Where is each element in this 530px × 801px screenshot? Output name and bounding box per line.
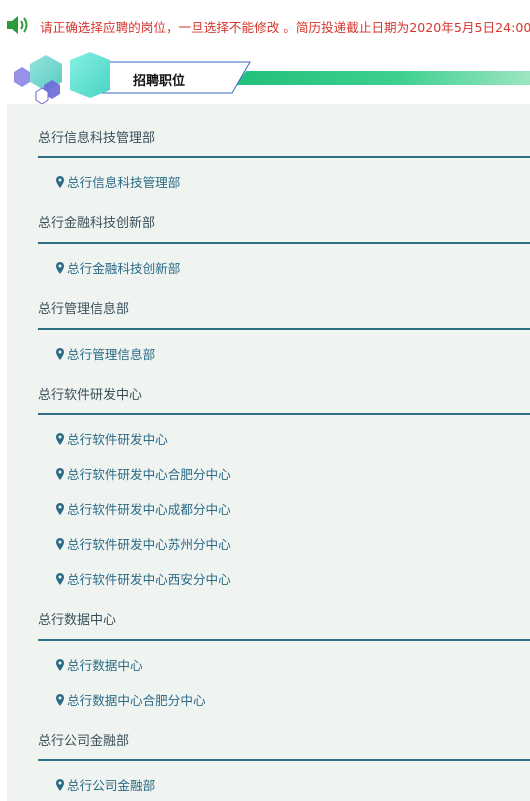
position-item[interactable]: 总行信息科技管理部 [56, 172, 180, 191]
department-divider [38, 242, 530, 244]
department-title: 总行管理信息部 [38, 302, 130, 317]
position-label: 总行管理信息部 [67, 347, 156, 362]
position-label: 总行软件研发中心合肥分中心 [67, 467, 231, 482]
position-item[interactable]: 总行公司金融部 [56, 775, 155, 794]
department-title: 总行金融科技创新部 [38, 216, 156, 231]
position-label: 总行金融科技创新部 [67, 261, 181, 276]
department-group: 总行公司金融部 [38, 733, 530, 751]
section-title: 招聘职位 [133, 74, 186, 89]
department-group: 总行金融科技创新部 [38, 215, 530, 233]
position-item[interactable]: 总行数据中心 [56, 655, 143, 674]
position-item[interactable]: 总行软件研发中心西安分中心 [56, 569, 231, 588]
position-label: 总行软件研发中心苏州分中心 [67, 537, 231, 552]
location-pin-icon [56, 658, 64, 671]
department-group: 总行软件研发中心 [38, 387, 530, 405]
department-title: 总行软件研发中心 [38, 388, 143, 403]
department-divider [38, 639, 530, 641]
position-label: 总行公司金融部 [67, 778, 156, 793]
department-divider [38, 328, 530, 330]
position-item[interactable]: 总行软件研发中心 [56, 429, 168, 448]
location-pin-icon [56, 693, 64, 706]
position-item[interactable]: 总行软件研发中心成都分中心 [56, 499, 231, 518]
position-item[interactable]: 总行软件研发中心合肥分中心 [56, 464, 231, 483]
location-pin-icon [56, 467, 64, 480]
position-label: 总行数据中心合肥分中心 [67, 693, 206, 708]
department-divider [38, 759, 530, 761]
department-title: 总行信息科技管理部 [38, 131, 156, 146]
position-label: 总行软件研发中心成都分中心 [67, 502, 231, 517]
location-pin-icon [56, 261, 64, 274]
location-pin-icon [56, 432, 64, 445]
location-pin-icon [56, 175, 64, 188]
position-item[interactable]: 总行软件研发中心苏州分中心 [56, 534, 231, 553]
location-pin-icon [56, 778, 64, 791]
positions-panel: 总行信息科技管理部 总行信息科技管理部 总行金融科技创新部 总行金融科技创新部 … [7, 104, 530, 801]
notice-text: 请正确选择应聘的岗位，一旦选择不能修改 。简历投递截止日期为2020年5月5日2… [40, 20, 530, 35]
location-pin-icon [56, 502, 64, 515]
location-pin-icon [56, 347, 64, 360]
position-item[interactable]: 总行数据中心合肥分中心 [56, 690, 206, 709]
department-title: 总行公司金融部 [38, 734, 130, 749]
department-title: 总行数据中心 [38, 613, 117, 628]
position-item[interactable]: 总行金融科技创新部 [56, 258, 180, 277]
position-label: 总行数据中心 [67, 658, 143, 673]
header-decoration [14, 52, 530, 104]
location-pin-icon [56, 572, 64, 585]
department-group: 总行信息科技管理部 [38, 130, 530, 148]
position-label: 总行软件研发中心西安分中心 [67, 572, 231, 587]
position-item[interactable]: 总行管理信息部 [56, 344, 155, 363]
position-label: 总行信息科技管理部 [67, 175, 181, 190]
location-pin-icon [56, 537, 64, 550]
speaker-icon [7, 16, 28, 34]
notice-bar: 请正确选择应聘的岗位，一旦选择不能修改 。简历投递截止日期为2020年5月5日2… [0, 0, 530, 52]
department-group: 总行数据中心 [38, 612, 530, 630]
department-divider [38, 413, 530, 415]
department-group: 总行管理信息部 [38, 301, 530, 319]
department-divider [38, 156, 530, 158]
section-header: 招聘职位 [0, 52, 530, 104]
position-label: 总行软件研发中心 [67, 432, 168, 447]
